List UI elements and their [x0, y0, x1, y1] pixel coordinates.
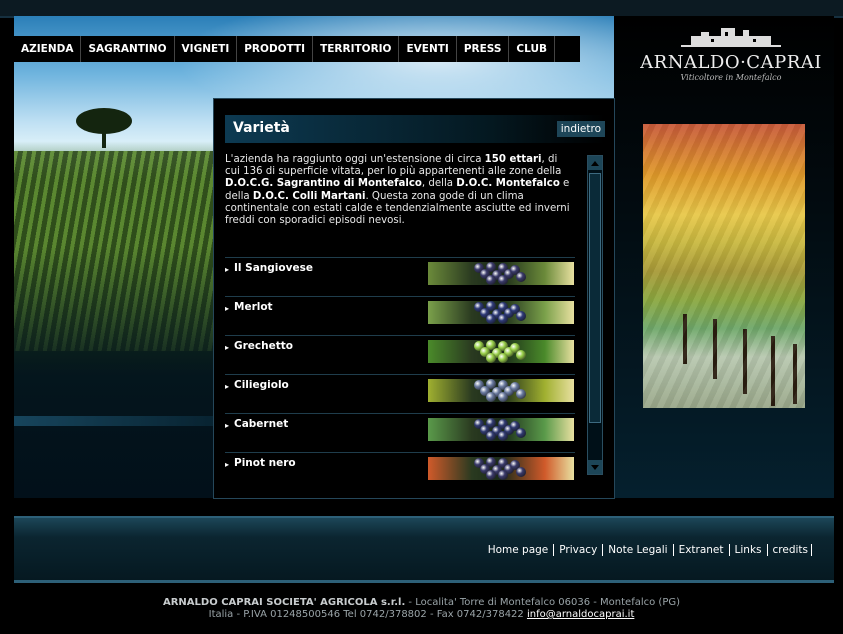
- back-button[interactable]: indietro: [556, 121, 605, 137]
- brand-tagline: Viticoltore in Montefalco: [680, 73, 782, 82]
- nav-item-azienda[interactable]: AZIENDA: [14, 36, 82, 62]
- right-panel: ARNALDO·CAPRAI Viticoltore in Montefalco: [614, 16, 834, 498]
- nav-item-eventi[interactable]: EVENTI: [399, 36, 457, 62]
- grape-cluster-icon: [468, 418, 538, 441]
- variety-name: Grechetto: [234, 340, 293, 352]
- nav-item-territorio[interactable]: TERRITORIO: [313, 36, 400, 62]
- grape-cluster-icon: [468, 301, 538, 324]
- variety-name: Ciliegiolo: [234, 379, 289, 391]
- bullet-icon: ▸: [225, 421, 230, 430]
- footer-divider: [14, 580, 834, 583]
- tree-silhouette: [76, 108, 132, 148]
- bullet-icon: ▸: [225, 343, 230, 352]
- footer-band: Home page Privacy Note Legali Extranet Links…: [14, 516, 834, 582]
- hero-stripe: [14, 416, 214, 426]
- variety-item[interactable]: ▸ Il Sangiovese: [225, 257, 575, 296]
- variety-item[interactable]: ▸ Merlot: [225, 296, 575, 335]
- intro-text: L'azienda ha raggiunto oggi un'estension…: [225, 154, 570, 227]
- scroll-thumb[interactable]: [589, 173, 601, 423]
- company-name: ARNALDO CAPRAI SOCIETA' AGRICOLA s.r.l.: [162, 597, 406, 608]
- scroll-up-button[interactable]: [588, 156, 602, 170]
- variety-name: Merlot: [234, 301, 273, 313]
- castle-logo-icon: [681, 28, 781, 47]
- nav-item-prodotti[interactable]: PRODOTTI: [237, 36, 314, 62]
- variety-item[interactable]: ▸ Grechetto: [225, 335, 575, 374]
- bullet-icon: ▸: [225, 460, 230, 469]
- content-panel: Varietà indietro L'azienda ha raggiunto …: [213, 98, 615, 499]
- variety-name: Cabernet: [234, 418, 289, 430]
- brand-name: ARNALDO·CAPRAI: [640, 52, 822, 73]
- grape-thumbnail: [428, 418, 574, 441]
- grape-cluster-icon: [468, 262, 538, 285]
- variety-name: Il Sangiovese: [234, 262, 313, 274]
- grape-cluster-icon: [468, 379, 538, 402]
- bullet-icon: ▸: [225, 382, 230, 391]
- scrollbar[interactable]: [587, 155, 603, 475]
- grape-thumbnail: [428, 262, 574, 285]
- bullet-icon: ▸: [225, 265, 230, 274]
- main-nav: AZIENDA SAGRANTINO VIGNETI PRODOTTI TERRITOR…: [14, 36, 580, 62]
- footer-link-credits[interactable]: credits: [768, 544, 812, 556]
- company-address: ARNALDO CAPRAI SOCIETA' AGRICOLA s.r.l. …: [162, 597, 680, 620]
- variety-item[interactable]: ▸ Ciliegiolo: [225, 374, 575, 413]
- footer-link-home-page[interactable]: Home page: [483, 544, 555, 556]
- grape-thumbnail: [428, 379, 574, 402]
- nav-item-press[interactable]: PRESS: [457, 36, 510, 62]
- variety-item[interactable]: ▸ Cabernet: [225, 413, 575, 452]
- footer-link-privacy[interactable]: Privacy: [554, 544, 604, 556]
- brand-logo[interactable]: ARNALDO·CAPRAI Viticoltore in Montefalco: [636, 26, 826, 101]
- footer-link-note-legali[interactable]: Note Legali: [603, 544, 674, 556]
- arrow-up-icon: [591, 160, 599, 166]
- grape-cluster-icon: [468, 340, 538, 363]
- footer-link-extranet[interactable]: Extranet: [674, 544, 730, 556]
- nav-item-club[interactable]: CLUB: [509, 36, 555, 62]
- nav-item-sagrantino[interactable]: SAGRANTINO: [81, 36, 175, 62]
- variety-name: Pinot nero: [234, 457, 296, 469]
- page-title: Varietà: [233, 120, 290, 136]
- grape-thumbnail: [428, 340, 574, 363]
- bullet-icon: ▸: [225, 304, 230, 313]
- variety-list: ▸ Il Sangiovese ▸ Merlot ▸ Grechetto ▸ Ciliegio…: [225, 257, 575, 491]
- grape-thumbnail: [428, 301, 574, 324]
- scroll-down-button[interactable]: [588, 460, 602, 474]
- email-link[interactable]: info@arnaldocaprai.it: [527, 609, 634, 620]
- nav-item-vigneti[interactable]: VIGNETI: [175, 36, 238, 62]
- variety-item[interactable]: ▸ Pinot nero: [225, 452, 575, 491]
- footer-link-links[interactable]: Links: [730, 544, 768, 556]
- grape-thumbnail: [428, 457, 574, 480]
- grape-cluster-icon: [468, 457, 538, 480]
- autumn-vineyard-photo: [643, 124, 805, 408]
- arrow-down-icon: [591, 464, 599, 470]
- footer-links: Home page Privacy Note Legali Extranet Links…: [483, 544, 812, 556]
- content-header: Varietà indietro: [225, 115, 605, 143]
